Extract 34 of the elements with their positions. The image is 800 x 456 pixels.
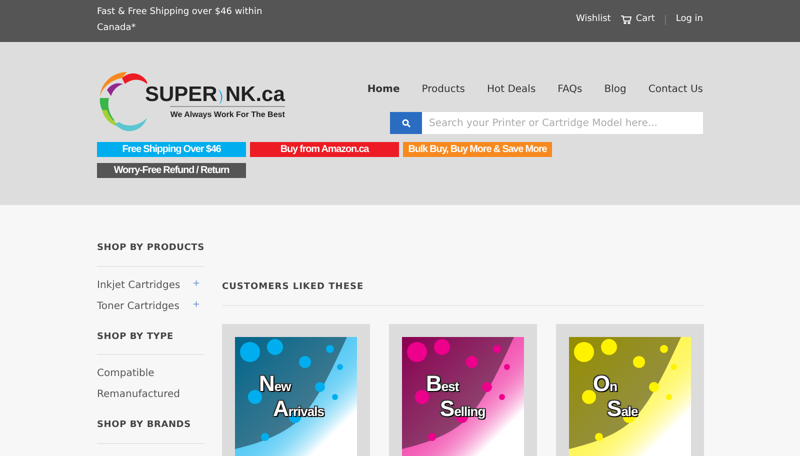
promo-banner[interactable]: Worry-Free Refund / Return bbox=[97, 163, 246, 178]
search-button[interactable] bbox=[390, 112, 422, 134]
announcement-text: Fast & Free Shipping over $46 within Canada* bbox=[97, 6, 264, 35]
nav-link[interactable]: Home bbox=[367, 82, 400, 97]
sidebar-heading: SHOP BY TYPE bbox=[97, 330, 204, 355]
sidebar-link[interactable]: Toner Cartridges bbox=[97, 298, 180, 314]
account-link[interactable]: Log in bbox=[676, 13, 703, 26]
product-card[interactable]: Best Selling bbox=[389, 324, 537, 456]
logo-text: SUPER bbox=[145, 84, 218, 106]
sidebar-link[interactable]: Remanufactured bbox=[97, 387, 180, 402]
cart-link[interactable]: Cart bbox=[620, 13, 655, 26]
nav-link[interactable]: Blog bbox=[604, 82, 626, 97]
nav-link[interactable]: Contact Us bbox=[648, 82, 703, 97]
sidebar-link[interactable]: Inkjet Cartridges bbox=[97, 278, 180, 292]
nav-link[interactable]: Hot Deals bbox=[486, 82, 536, 97]
sidebar-heading: SHOP BY BRANDS bbox=[97, 419, 204, 444]
banner-text: Best bbox=[426, 376, 460, 394]
logo[interactable]: SUPER NK.ca We Always Work For The Best bbox=[97, 66, 285, 138]
cart-icon bbox=[620, 15, 632, 24]
promo-banner[interactable]: Buy from Amazon.ca bbox=[250, 142, 399, 157]
banner-text: Selling bbox=[440, 400, 486, 420]
banner-text: Sale bbox=[607, 400, 639, 420]
sidebar-heading: SHOP BY PRODUCTS bbox=[97, 242, 204, 266]
search-icon bbox=[402, 118, 410, 128]
section-title: CUSTOMERS LIKED THESE bbox=[222, 281, 704, 306]
logo-text: NK.ca bbox=[225, 84, 285, 106]
sidebar-link[interactable]: Compatible bbox=[97, 366, 154, 381]
nav-link[interactable]: Products bbox=[422, 82, 465, 97]
search-field[interactable]: Search your Printer or Cartridge Model here... bbox=[422, 112, 703, 134]
account-link[interactable]: Wishlist bbox=[576, 13, 611, 26]
nav-link[interactable]: FAQs bbox=[558, 82, 582, 97]
logo-tagline: We Always Work For The Best bbox=[170, 106, 285, 120]
banner-text: New bbox=[259, 376, 292, 394]
banner-text: On bbox=[593, 376, 618, 394]
